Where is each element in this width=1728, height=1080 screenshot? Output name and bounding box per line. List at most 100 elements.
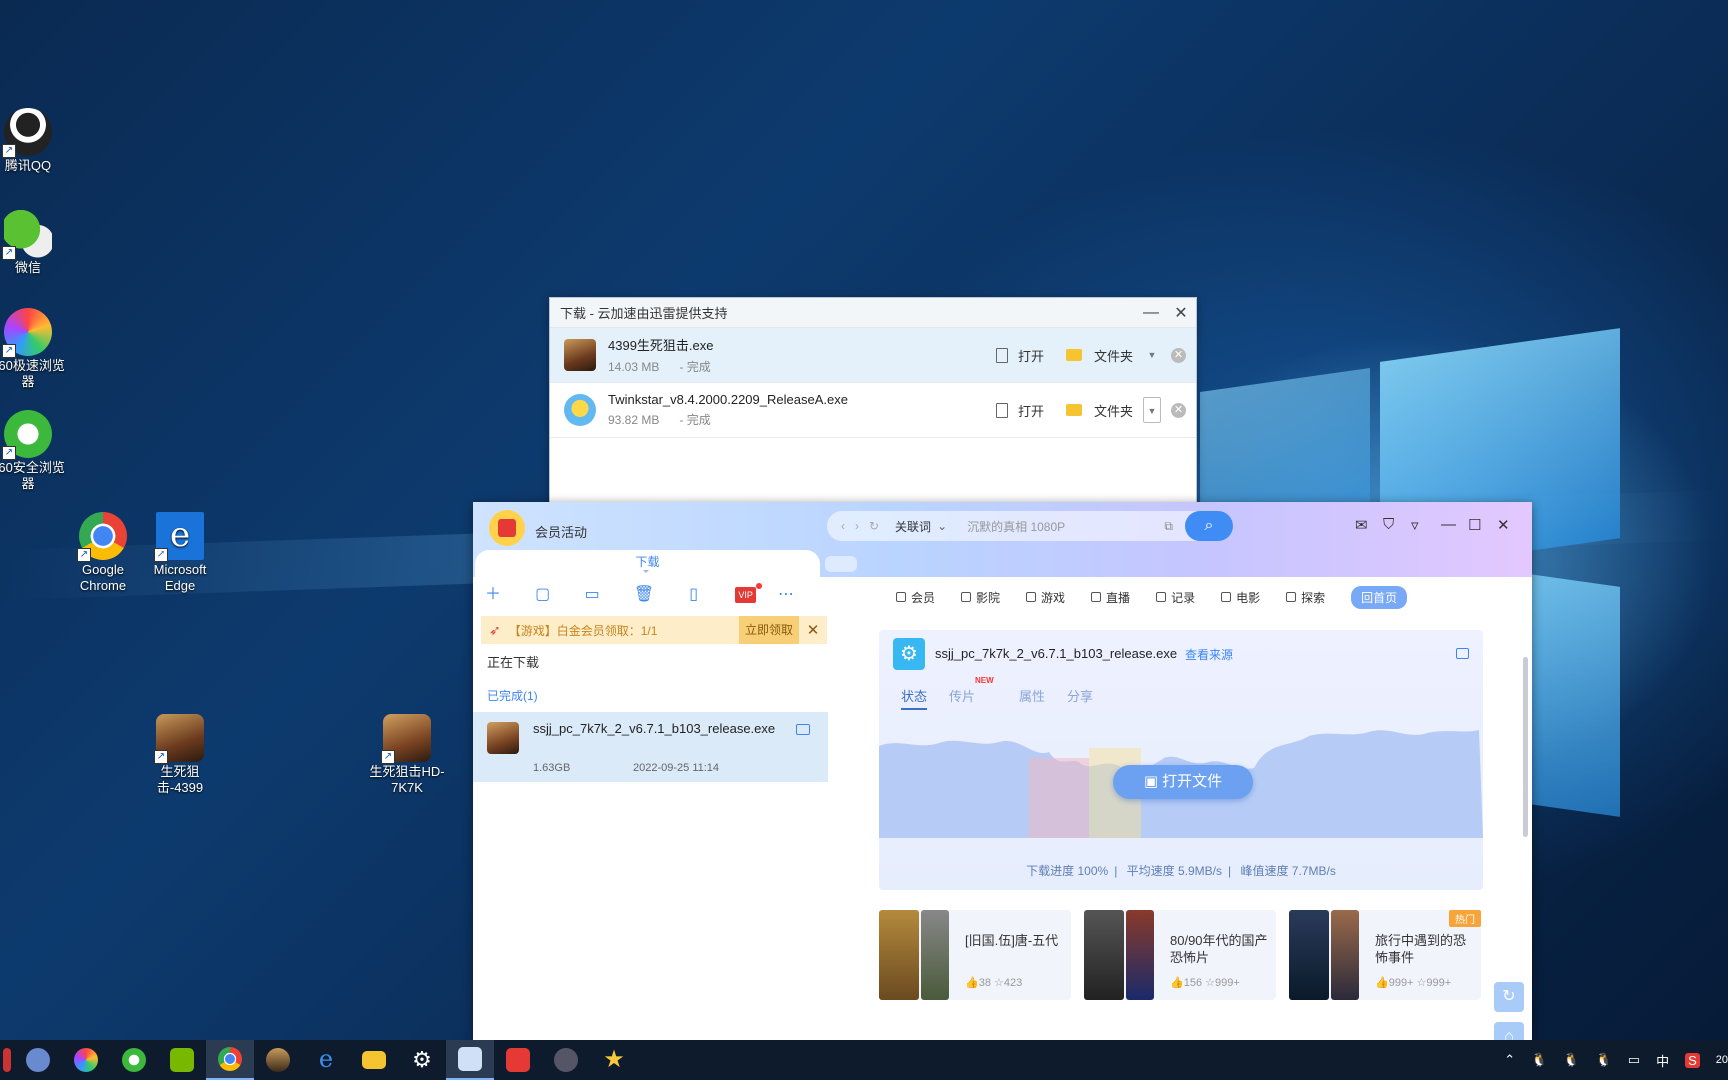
maximize-icon[interactable]: ☐ [1468, 516, 1481, 534]
recommendation-card[interactable]: [旧国.伍]唐-五代 👍38 ☆423 [879, 910, 1071, 1000]
taskbar-app[interactable] [62, 1040, 110, 1080]
sogou-icon[interactable]: S [1685, 1052, 1700, 1068]
taskbar-app[interactable] [158, 1040, 206, 1080]
add-icon[interactable]: ＋ [485, 586, 501, 604]
qq-tray-icon[interactable]: 🐧 [1563, 1052, 1579, 1068]
taskbar-app[interactable] [542, 1040, 590, 1080]
clock[interactable]: 20 [1716, 1054, 1728, 1066]
download-stats: 下载进度 100% | 平均速度 5.9MB/s | 峰值速度 7.7MB/s [1026, 864, 1336, 878]
tab-transfer[interactable]: 传片 NEW [949, 676, 997, 710]
more-icon[interactable]: ⋯ [778, 586, 794, 604]
gift-icon[interactable] [489, 510, 525, 546]
desktop-icon-ssjj-7k7k[interactable]: ↗ 生死狙击HD-7K7K [367, 714, 447, 796]
chevron-down-icon[interactable]: ▼ [1143, 397, 1161, 423]
nav-movies[interactable]: 电影 [1221, 589, 1260, 606]
nav-games[interactable]: 游戏 [1026, 589, 1065, 606]
taskbar-app[interactable] [494, 1040, 542, 1080]
download-item[interactable]: Twinkstar_v8.4.2000.2209_ReleaseA.exe 93… [550, 383, 1196, 438]
taskbar-app[interactable] [206, 1040, 254, 1080]
claim-button[interactable]: 立即领取 [738, 616, 799, 644]
nav-arrows-icon[interactable]: ‹›↻ [841, 519, 889, 533]
taskbar-app[interactable]: ⚙ [398, 1040, 446, 1080]
taskbar-app[interactable] [14, 1040, 62, 1080]
folder-button[interactable]: 文件夹 [1094, 401, 1133, 420]
desktop-icon-qq[interactable]: ↗ 腾讯QQ [0, 108, 68, 174]
folder-icon [1065, 349, 1082, 361]
nav-records[interactable]: 记录 [1156, 589, 1195, 606]
close-icon[interactable]: ✕ [1497, 516, 1510, 534]
remove-icon[interactable]: ✕ [1171, 402, 1186, 418]
mail-icon[interactable]: ✉ [1355, 516, 1368, 534]
folder-icon[interactable] [796, 724, 810, 735]
menu-icon[interactable]: ▿ [1411, 516, 1419, 534]
tab-download[interactable]: 下载 [475, 550, 820, 578]
tab-properties[interactable]: 属性 [1019, 686, 1045, 710]
tab-share[interactable]: 分享 [1067, 686, 1093, 710]
recommendation-card[interactable]: 80/90年代的国产恐怖片 👍156 ☆999+ [1084, 910, 1276, 1000]
clipboard-icon[interactable]: ⧉ [1164, 519, 1173, 534]
nav-live[interactable]: 直播 [1091, 589, 1130, 606]
search-input[interactable]: 沉默的真相 1080P [967, 518, 1164, 535]
taskbar-app[interactable]: ★ [590, 1040, 638, 1080]
promo-text: 【游戏】白金会员领取：1/1 [508, 623, 658, 638]
folder-icon[interactable] [1456, 648, 1469, 659]
vip-icon[interactable]: VIP [735, 582, 762, 603]
open-button[interactable]: 打开 [1018, 401, 1044, 420]
taskbar-app[interactable] [350, 1040, 398, 1080]
tab-status[interactable]: 状态 [901, 686, 928, 710]
chevron-up-icon[interactable]: ⌃ [1504, 1052, 1515, 1068]
detail-tabs: 状态 传片 NEW 属性 分享 [901, 676, 1115, 710]
task-item[interactable]: ssjj_pc_7k7k_2_v6.7.1_b103_release.exe 1… [473, 712, 828, 782]
close-icon[interactable]: ✕ [1166, 303, 1196, 323]
qq-tray-icon[interactable]: 🐧 [1596, 1052, 1612, 1068]
desktop-icon-chrome[interactable]: ↗ Google Chrome [63, 512, 143, 594]
network-icon[interactable]: ▭ [1628, 1052, 1640, 1068]
taskbar-app[interactable]: e [302, 1040, 350, 1080]
folder-icon[interactable]: ▭ [584, 586, 600, 604]
nav-cinema[interactable]: 影院 [961, 589, 1000, 606]
open-button[interactable]: 打开 [1018, 346, 1044, 365]
download-item[interactable]: 4399生死狙击.exe 14.03 MB - 完成 打开 文件夹 ▼ ✕ [550, 328, 1196, 383]
phone-icon[interactable]: ▯ [686, 586, 701, 604]
taskbar-app[interactable] [110, 1040, 158, 1080]
folder-button[interactable]: 文件夹 [1094, 346, 1133, 365]
search-button[interactable]: ⌕ [1185, 511, 1233, 541]
file-size: 14.03 MB [608, 360, 660, 374]
delete-icon[interactable]: 🗑 [634, 586, 654, 604]
360-speed-browser-icon: ↗ [2, 308, 52, 358]
minimize-icon[interactable]: — [1136, 304, 1166, 322]
document-icon [995, 402, 1008, 418]
scrollbar[interactable] [1523, 657, 1528, 837]
view-source-link[interactable]: 查看来源 [1185, 646, 1233, 663]
section-completed[interactable]: 已完成(1) [487, 687, 828, 704]
search-keyword-dropdown[interactable]: 关联词 [895, 518, 931, 535]
taskbar-app[interactable] [446, 1040, 494, 1080]
section-downloading[interactable]: 正在下载 [487, 652, 828, 671]
qq-tray-icon[interactable]: 🐧 [1531, 1052, 1547, 1068]
close-icon[interactable]: ✕ [799, 621, 827, 639]
taskbar-app[interactable] [0, 1040, 14, 1080]
minimize-icon[interactable]: — [1441, 516, 1456, 533]
peak-speed: 峰值速度 7.7MB/s [1240, 864, 1336, 878]
desktop-icon-wechat[interactable]: ↗ 微信 [0, 210, 68, 276]
remove-icon[interactable]: ✕ [1171, 347, 1186, 363]
ime-indicator[interactable]: 中 [1656, 1051, 1669, 1070]
desktop-icon-edge[interactable]: e ↗ Microsoft Edge [140, 512, 220, 594]
home-button[interactable]: 回首页 [1351, 585, 1408, 609]
desktop-icon-ssjj-4399[interactable]: ↗ 生死狙击-4399 [140, 714, 220, 796]
tab-secondary[interactable] [825, 556, 857, 572]
nav-explore[interactable]: 探索 [1286, 589, 1325, 606]
new-task-icon[interactable]: ▢ [535, 586, 550, 604]
taskbar-app[interactable] [254, 1040, 302, 1080]
nav-member[interactable]: 会员 [896, 589, 935, 606]
member-activity-link[interactable]: 会员活动 [535, 522, 587, 541]
skin-icon[interactable]: ⛉ [1383, 516, 1394, 533]
desktop-icon-360-speed-browser[interactable]: ↗ 360极速浏览器 [0, 308, 68, 390]
game-icon [266, 1048, 290, 1072]
recommendation-card[interactable]: 热门 旅行中遇到的恐怖事件 👍999+ ☆999+ [1289, 910, 1481, 1000]
desktop-icon-360-safe-browser[interactable]: ↗ 360安全浏览器 [0, 410, 68, 492]
search-bar[interactable]: ‹›↻ 关联词 ⌄ 沉默的真相 1080P ⧉ ⌕ [827, 511, 1233, 541]
chevron-down-icon[interactable]: ▼ [1143, 342, 1161, 368]
refresh-icon[interactable]: ↻ [1494, 982, 1524, 1012]
open-file-button[interactable]: ▣ 打开文件 [1113, 765, 1253, 799]
